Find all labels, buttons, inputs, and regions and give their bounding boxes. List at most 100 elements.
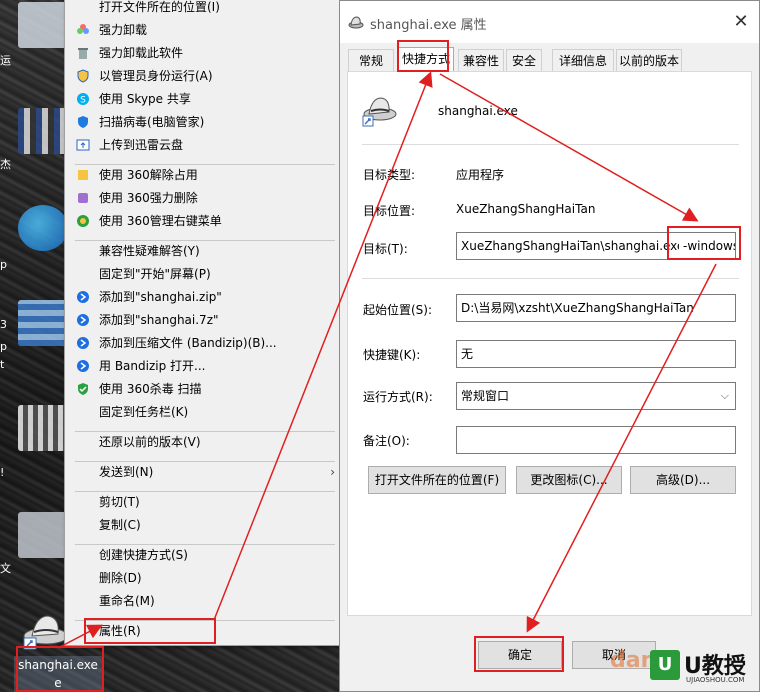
bandizip-icon [75, 289, 91, 305]
change-icon-button[interactable]: 更改图标(C)... [516, 466, 622, 494]
target-label: 目标(T): [363, 242, 408, 256]
context-menu-item[interactable]: 添加到"shanghai.zip" [65, 286, 345, 308]
context-menu-item[interactable]: 剪切(T) [65, 491, 345, 513]
target-location-label: 目标位置: [363, 204, 416, 218]
cancel-button[interactable]: 取消 [572, 641, 656, 669]
target-input-suffix: -windows [679, 233, 735, 259]
context-menu-item[interactable]: 固定到"开始"屏幕(P) [65, 263, 345, 285]
context-menu-item[interactable]: 固定到任务栏(K) [65, 401, 345, 423]
context-menu-item[interactable]: 强力卸载此软件 [65, 42, 345, 64]
context-menu-item[interactable]: 使用 360强力删除 [65, 187, 345, 209]
svg-text:S: S [80, 96, 86, 106]
context-menu-item-label: 添加到"shanghai.7z" [99, 313, 219, 327]
comment-input[interactable] [456, 426, 736, 454]
manage-icon [75, 213, 91, 229]
context-menu-item[interactable]: 扫描病毒(电脑管家) [65, 111, 345, 133]
tab-shortcut[interactable]: 快捷方式 [398, 47, 454, 71]
advanced-button[interactable]: 高级(D)... [630, 466, 736, 494]
context-menu-item-label: 使用 360强力删除 [99, 191, 198, 205]
flower-icon [75, 22, 91, 38]
target-input[interactable]: XueZhangShangHaiTan\shanghai.exe -window… [456, 232, 736, 260]
ok-button[interactable]: 确定 [478, 641, 562, 669]
start-in-label: 起始位置(S): [363, 303, 433, 317]
bandizip-icon [75, 312, 91, 328]
context-menu-item[interactable]: 使用 360解除占用 [65, 164, 345, 186]
cloud-icon [75, 137, 91, 153]
tab-compatibility[interactable]: 兼容性 [458, 49, 504, 71]
context-menu-item[interactable]: 添加到"shanghai.7z" [65, 309, 345, 331]
context-menu: 打开文件所在的位置(I) 强力卸载强力卸载此软件以管理员身份运行(A) S 使用 Sk… [64, 0, 346, 646]
context-menu-item[interactable]: 以管理员身份运行(A) [65, 65, 345, 87]
context-menu-item[interactable]: 复制(C) [65, 514, 345, 536]
comment-label: 备注(O): [363, 434, 410, 448]
context-menu-item-label: 添加到压缩文件 (Bandizip)(B)... [99, 336, 277, 350]
start-in-input[interactable]: D:\当易网\xzsht\XueZhangShangHaiTan [456, 294, 736, 322]
desktop-edge-text: 杰 [0, 158, 11, 171]
context-menu-item-label: 打开文件所在的位置(I) [99, 0, 220, 14]
menu-separator [75, 491, 335, 492]
desktop-app-icon[interactable] [18, 405, 68, 451]
shanghai-shortcut-label[interactable]: shanghai.exe e [14, 656, 102, 692]
context-menu-item[interactable]: 属性(R) [65, 620, 345, 642]
context-menu-item[interactable]: 删除(D) [65, 567, 345, 589]
tab-general[interactable]: 常规 [348, 49, 394, 71]
desktop-edge-text: t [0, 358, 5, 371]
menu-separator [75, 544, 335, 545]
desktop-app-icon[interactable] [18, 2, 68, 48]
run-select-value: 常规窗口 [461, 389, 510, 403]
antivirus-icon [75, 381, 91, 397]
context-menu-item-label: 删除(D) [99, 571, 142, 585]
context-menu-item-label: 创建快捷方式(S) [99, 548, 188, 562]
desktop-edge-text: 文 [0, 562, 11, 575]
context-menu-item-label: 使用 Skype 共享 [99, 92, 191, 106]
context-menu-item-label: 属性(R) [99, 624, 141, 638]
context-menu-item[interactable]: 使用 360管理右键菜单 [65, 210, 345, 232]
hotkey-input[interactable]: 无 [456, 340, 736, 368]
run-select[interactable]: 常规窗口 ⌵ [456, 382, 736, 410]
watermark-small: UJIAOSHOU.COM [686, 676, 745, 684]
desktop-app-icon[interactable] [18, 300, 68, 346]
context-menu-item-label: 上传到迅雷云盘 [99, 138, 184, 152]
shanghai-shortcut-icon[interactable] [22, 610, 70, 650]
context-menu-item-label: 以管理员身份运行(A) [99, 69, 213, 83]
context-menu-item[interactable]: 还原以前的版本(V) [65, 431, 345, 453]
shortcut-file-icon [362, 92, 398, 128]
context-menu-item[interactable]: 创建快捷方式(S) [65, 544, 345, 566]
desktop-app-icon[interactable] [18, 512, 68, 558]
close-icon[interactable]: ✕ [731, 11, 751, 32]
context-menu-item-label: 使用 360解除占用 [99, 168, 198, 182]
tab-security[interactable]: 安全 [506, 49, 542, 71]
context-menu-item[interactable]: 兼容性疑难解答(Y) [65, 240, 345, 262]
context-menu-item-label: 强力卸载 [99, 23, 148, 37]
target-type-label: 目标类型: [363, 168, 416, 182]
context-menu-item[interactable]: S 使用 Skype 共享 [65, 88, 345, 110]
tab-details[interactable]: 详细信息 [552, 49, 614, 71]
context-menu-item-label: 发送到(N) [99, 465, 154, 479]
tab-previous-versions[interactable]: 以前的版本 [616, 49, 682, 71]
target-type-value: 应用程序 [456, 168, 505, 182]
context-menu-item-label: 固定到任务栏(K) [99, 405, 189, 419]
open-file-location-button[interactable]: 打开文件所在的位置(F) [368, 466, 506, 494]
context-menu-item-label: 还原以前的版本(V) [99, 435, 201, 449]
context-menu-item-label: 用 Bandizip 打开... [99, 359, 206, 373]
context-menu-item[interactable]: 使用 360杀毒 扫描 [65, 378, 345, 400]
desktop-edge-text: p [0, 258, 7, 271]
menu-separator [75, 240, 335, 241]
context-menu-item[interactable]: 上传到迅雷云盘 [65, 134, 345, 156]
shortcut-file-name: shanghai.exe [438, 104, 518, 118]
context-menu-item[interactable]: 添加到压缩文件 (Bandizip)(B)... [65, 332, 345, 354]
skype-icon: S [75, 91, 91, 107]
context-menu-item[interactable]: 重命名(M) [65, 590, 345, 612]
desktop-app-icon[interactable] [18, 108, 68, 154]
shortcut-panel: shanghai.exe 目标类型: 应用程序 目标位置: XueZhangSh… [347, 71, 752, 616]
context-menu-item[interactable]: 用 Bandizip 打开... [65, 355, 345, 377]
dialog-titlebar[interactable]: shanghai.exe 属性 ✕ [340, 1, 759, 43]
desktop-edge-browser-icon[interactable] [18, 205, 68, 251]
watermark-logo-icon: U [650, 650, 680, 680]
context-menu-item[interactable]: 发送到(N) › [65, 461, 345, 483]
unlock-icon [75, 167, 91, 183]
context-menu-item[interactable]: 强力卸载 [65, 19, 345, 41]
context-menu-item[interactable]: 打开文件所在的位置(I) [65, 0, 345, 18]
target-input-value: XueZhangShangHaiTan\shanghai.exe [461, 239, 685, 253]
chevron-right-icon: › [330, 465, 335, 479]
